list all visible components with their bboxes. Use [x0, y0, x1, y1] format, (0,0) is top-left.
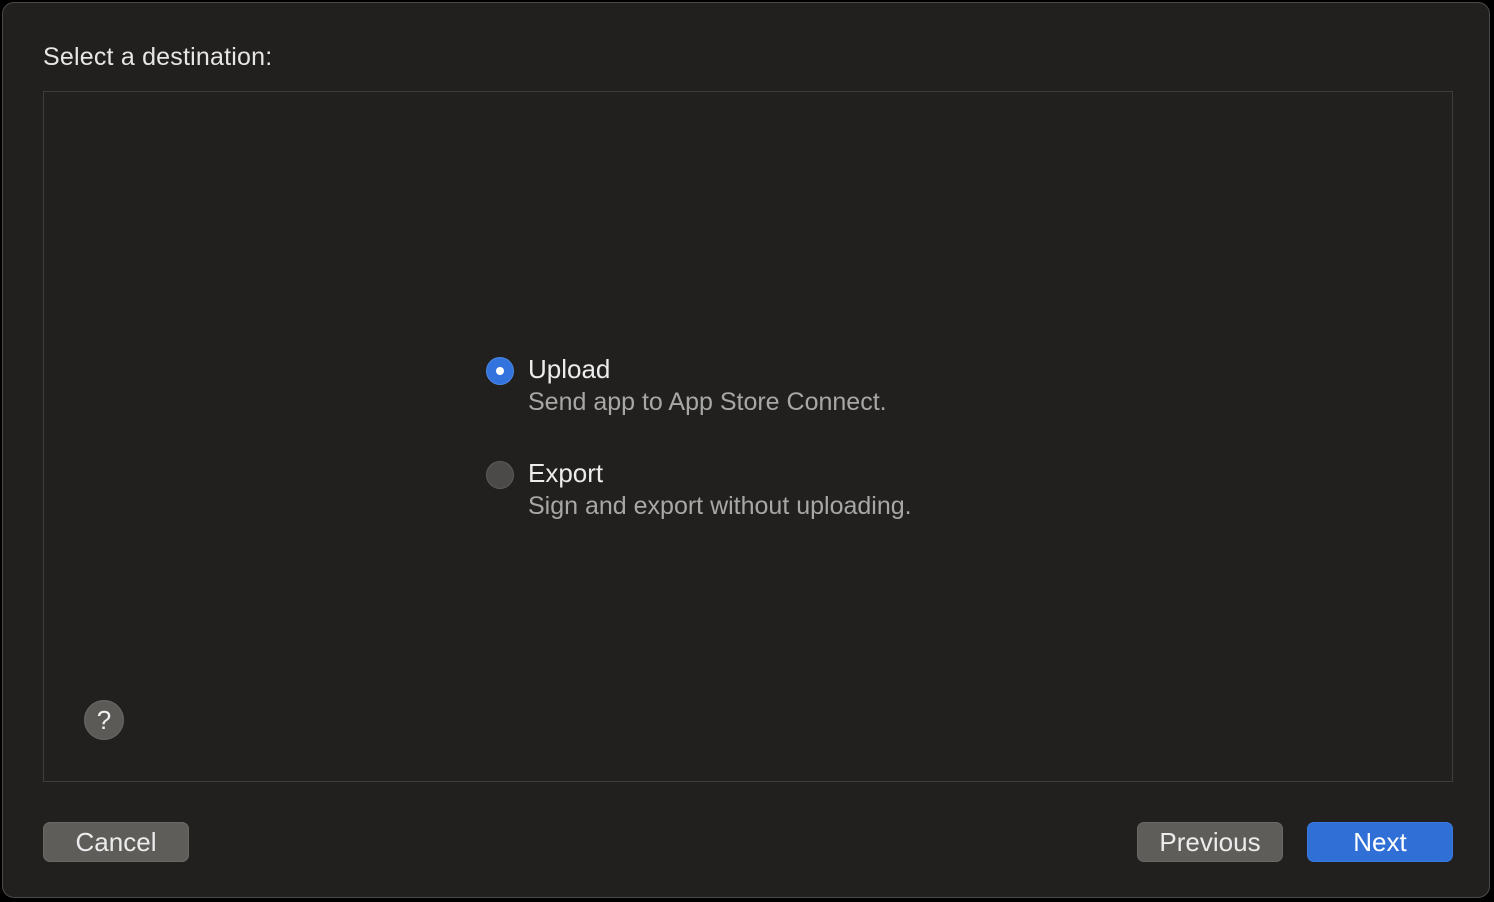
option-upload-title[interactable]: Upload — [528, 354, 610, 385]
upload-radio-button[interactable] — [486, 357, 514, 385]
option-upload-description: Send app to App Store Connect. — [528, 388, 887, 416]
option-export-description: Sign and export without uploading. — [528, 492, 912, 520]
help-icon[interactable]: ? — [84, 700, 124, 740]
cancel-button[interactable]: Cancel — [43, 822, 189, 862]
export-radio-button[interactable] — [486, 461, 514, 489]
destination-panel: Upload Send app to App Store Connect. Ex… — [43, 91, 1453, 782]
previous-button[interactable]: Previous — [1137, 822, 1283, 862]
dialog-heading: Select a destination: — [43, 43, 273, 71]
distribution-dialog: Select a destination: Upload Send app to… — [2, 2, 1490, 898]
option-export-title[interactable]: Export — [528, 458, 603, 489]
next-button[interactable]: Next — [1307, 822, 1453, 862]
